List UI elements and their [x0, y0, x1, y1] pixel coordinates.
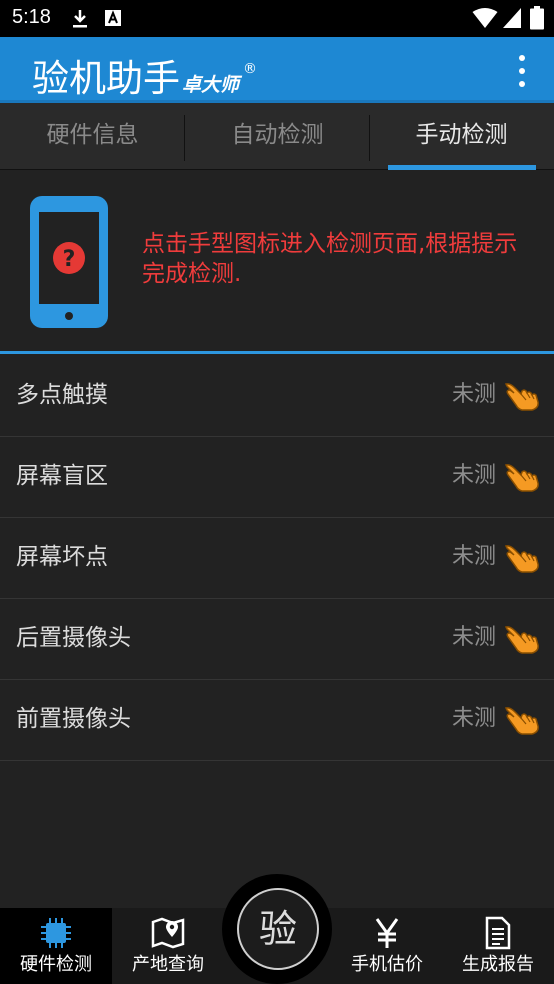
yen-icon: [375, 918, 399, 948]
battery-icon: [530, 6, 544, 30]
download-icon: [73, 10, 87, 28]
chip-icon: [41, 918, 71, 948]
tab-auto-test[interactable]: 自动检测: [185, 103, 370, 170]
status-time: 5:18: [12, 6, 51, 28]
list-item[interactable]: 屏幕坏点 未测: [0, 518, 554, 599]
nav-label: 手机估价: [351, 954, 423, 975]
hand-pointer-icon[interactable]: [504, 461, 540, 493]
inspect-label: 验: [258, 907, 297, 951]
inspect-ring: 验: [237, 888, 319, 970]
test-status: 未测: [451, 463, 496, 488]
manual-test-list: 多点触摸 未测 屏幕盲区 未测 屏幕坏点 未测 后置摄像头 未测 前置摄像头 未…: [0, 356, 554, 761]
registered-mark: ®: [243, 61, 258, 77]
test-status: 未测: [451, 382, 496, 407]
app-title-block: 验机助手 卓大师®: [32, 47, 257, 107]
status-bar: 5:18: [0, 0, 554, 37]
test-status: 未测: [451, 625, 496, 650]
tab-indicator: [388, 165, 536, 170]
test-status: 未测: [451, 706, 496, 731]
inspect-center-button[interactable]: 验: [222, 874, 332, 984]
test-label: 前置摄像头: [16, 706, 131, 732]
nav-generate-report[interactable]: 生成报告: [442, 908, 554, 984]
nav-label: 生成报告: [462, 954, 534, 975]
app-bar: 验机助手 卓大师®: [0, 37, 554, 103]
hand-pointer-icon[interactable]: [504, 542, 540, 574]
hint-panel: ? 点击手型图标进入检测页面,根据提示完成检测.: [0, 171, 554, 354]
text-app-icon: [105, 10, 121, 26]
nav-hardware-test[interactable]: 硬件检测: [0, 908, 112, 984]
list-item[interactable]: 前置摄像头 未测: [0, 680, 554, 761]
list-item[interactable]: 屏幕盲区 未测: [0, 437, 554, 518]
hand-pointer-icon[interactable]: [504, 380, 540, 412]
wifi-icon: [472, 8, 498, 28]
hint-text: 点击手型图标进入检测页面,根据提示完成检测.: [142, 231, 518, 287]
list-item[interactable]: 多点触摸 未测: [0, 356, 554, 437]
test-label: 后置摄像头: [16, 625, 131, 651]
signal-icon: [503, 8, 521, 28]
test-label: 屏幕盲区: [16, 463, 108, 489]
phone-question-icon: ?: [30, 196, 108, 328]
nav-label: 产地查询: [132, 954, 204, 975]
tab-bar: 硬件信息 自动检测 手动检测: [0, 103, 554, 170]
test-label: 多点触摸: [16, 382, 108, 408]
hand-pointer-icon[interactable]: [504, 623, 540, 655]
document-icon: [485, 916, 511, 950]
svg-text:?: ?: [63, 247, 76, 272]
app-subtitle: 卓大师: [182, 74, 240, 96]
nav-label: 硬件检测: [20, 954, 92, 975]
map-pin-icon: [151, 917, 185, 949]
more-vert-icon[interactable]: [516, 53, 528, 89]
test-label: 屏幕坏点: [16, 544, 108, 570]
list-item[interactable]: 后置摄像头 未测: [0, 599, 554, 680]
hand-pointer-icon[interactable]: [504, 704, 540, 736]
app-title: 验机助手: [32, 57, 180, 100]
tab-manual-test[interactable]: 手动检测: [369, 103, 554, 170]
tab-hardware-info[interactable]: 硬件信息: [0, 103, 185, 170]
nav-origin-lookup[interactable]: 产地查询: [112, 908, 224, 984]
test-status: 未测: [451, 544, 496, 569]
nav-phone-valuation[interactable]: 手机估价: [332, 908, 442, 984]
